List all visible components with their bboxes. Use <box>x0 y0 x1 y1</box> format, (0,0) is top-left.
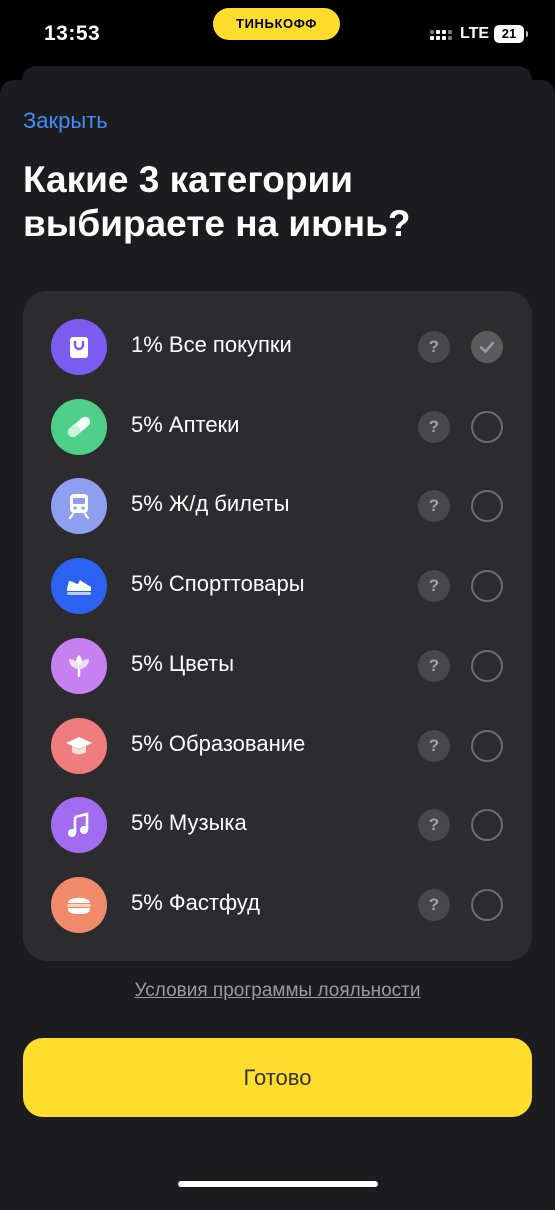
music-note-icon <box>51 797 107 853</box>
close-button[interactable]: Закрыть <box>23 108 108 134</box>
category-row-all-purchases[interactable]: 1% Все покупки ? <box>23 307 532 387</box>
category-label: 5% Спорттовары <box>131 571 305 596</box>
category-label: 5% Цветы <box>131 651 235 676</box>
page-title: Какие 3 категории выбираете на июнь? <box>23 158 533 246</box>
help-button[interactable]: ? <box>418 490 450 522</box>
help-button[interactable]: ? <box>418 730 450 762</box>
category-row-flowers[interactable]: 5% Цветы ? <box>23 626 532 706</box>
category-checkbox[interactable] <box>471 490 503 522</box>
category-label: 5% Ж/д билеты <box>131 491 290 516</box>
category-checkbox[interactable] <box>471 411 503 443</box>
shopping-bag-icon <box>51 319 107 375</box>
category-row-pharmacy[interactable]: 5% Аптеки ? <box>23 387 532 467</box>
help-button[interactable]: ? <box>418 809 450 841</box>
category-checkbox[interactable] <box>471 730 503 762</box>
checkmark-icon <box>479 341 495 353</box>
category-label: 5% Образование <box>131 731 306 756</box>
category-label: 1% Все покупки <box>131 332 292 357</box>
graduation-cap-icon <box>51 718 107 774</box>
title-line-2: выбираете на июнь? <box>23 203 411 244</box>
category-label: 5% Музыка <box>131 810 247 835</box>
status-bar: 13:53 ТИНЬКОФФ LTE 21 <box>0 0 555 72</box>
pill-icon <box>51 399 107 455</box>
done-button[interactable]: Готово <box>23 1038 532 1117</box>
sneaker-icon <box>51 558 107 614</box>
category-row-sports-goods[interactable]: 5% Спорттовары ? <box>23 546 532 626</box>
category-checkbox[interactable] <box>471 650 503 682</box>
loyalty-terms-link[interactable]: Условия программы лояльности <box>0 980 555 1002</box>
home-indicator <box>178 1181 378 1187</box>
category-checkbox[interactable] <box>471 809 503 841</box>
help-button[interactable]: ? <box>418 570 450 602</box>
help-button[interactable]: ? <box>418 331 450 363</box>
category-checkbox[interactable] <box>471 570 503 602</box>
category-list: 1% Все покупки ? 5% Аптеки ? 5% Ж/д биле… <box>23 291 532 961</box>
network-label: LTE <box>460 25 490 42</box>
category-row-education[interactable]: 5% Образование ? <box>23 706 532 786</box>
help-button[interactable]: ? <box>418 889 450 921</box>
title-line-1: Какие 3 категории <box>23 159 354 200</box>
category-row-fastfood[interactable]: 5% Фастфуд ? <box>23 865 532 945</box>
category-label: 5% Аптеки <box>131 412 240 437</box>
category-row-train-tickets[interactable]: 5% Ж/д билеты ? <box>23 466 532 546</box>
flower-icon <box>51 638 107 694</box>
help-button[interactable]: ? <box>418 650 450 682</box>
category-checkbox[interactable] <box>471 331 503 363</box>
battery-icon: 21 <box>494 25 528 43</box>
category-row-music[interactable]: 5% Музыка ? <box>23 785 532 865</box>
burger-icon <box>51 877 107 933</box>
category-checkbox[interactable] <box>471 889 503 921</box>
brand-pill: ТИНЬКОФФ <box>213 8 340 40</box>
help-button[interactable]: ? <box>418 411 450 443</box>
status-time: 13:53 <box>44 22 101 45</box>
train-icon <box>51 478 107 534</box>
category-label: 5% Фастфуд <box>131 890 260 915</box>
signal-icon <box>430 28 452 44</box>
